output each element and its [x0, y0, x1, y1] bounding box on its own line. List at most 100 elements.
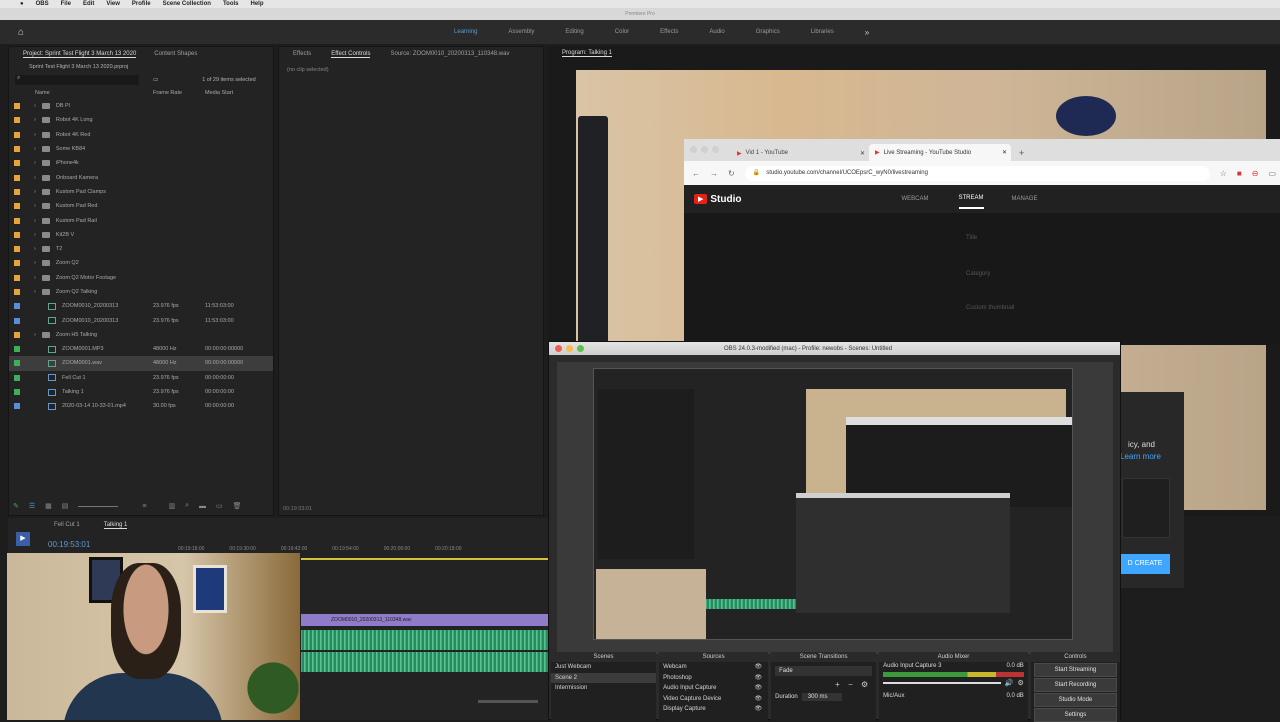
- workspace-graphics[interactable]: Graphics: [756, 29, 780, 35]
- disclosure-icon[interactable]: ›: [34, 289, 36, 295]
- disclosure-icon[interactable]: ›: [34, 218, 36, 224]
- nav-manage[interactable]: MANAGE: [1012, 196, 1038, 202]
- play-icon[interactable]: ▶: [16, 532, 30, 546]
- project-row[interactable]: › Robot 4K Long: [9, 113, 273, 127]
- project-row[interactable]: ZOOM0001.wav 48000 Hz 00:00:00:00000: [9, 356, 273, 371]
- project-row[interactable]: › T2: [9, 242, 273, 256]
- menu-file[interactable]: File: [61, 1, 71, 7]
- project-row[interactable]: › Zoom Q2 Talking: [9, 285, 273, 299]
- project-row[interactable]: › iPhone4k: [9, 156, 273, 170]
- label-color-swatch[interactable]: [14, 146, 20, 153]
- label-color-swatch[interactable]: [14, 360, 20, 367]
- add-icon[interactable]: +: [835, 680, 840, 689]
- disclosure-icon[interactable]: ›: [34, 260, 36, 266]
- menu-view[interactable]: View: [106, 1, 120, 7]
- source-item[interactable]: Video Capture Device 👁: [659, 694, 768, 705]
- tab-talking[interactable]: Talking 1: [103, 522, 128, 529]
- list-view-icon[interactable]: ☰: [29, 502, 35, 510]
- tab-source[interactable]: Source: ZOOM0010_20200313_110348.wav: [390, 51, 509, 57]
- eye-icon[interactable]: 👁: [754, 683, 762, 694]
- project-row[interactable]: › DB Pl: [9, 99, 273, 113]
- eye-icon[interactable]: 👁: [754, 694, 762, 705]
- label-color-swatch[interactable]: [14, 331, 20, 338]
- extension-icon[interactable]: ■: [1237, 169, 1242, 178]
- start-streaming-button[interactable]: Start Streaming: [1033, 663, 1118, 677]
- project-row[interactable]: › Zoom H5 Talking: [9, 328, 273, 342]
- disclosure-icon[interactable]: ›: [34, 160, 36, 166]
- label-color-swatch[interactable]: [14, 274, 20, 281]
- bookmark-star-icon[interactable]: ☆: [1220, 169, 1227, 178]
- workspace-libraries[interactable]: Libraries: [811, 29, 834, 35]
- disclosure-icon[interactable]: ›: [34, 146, 36, 152]
- tab-content-shapes[interactable]: Content Shapes: [154, 51, 197, 57]
- disclosure-icon[interactable]: ›: [34, 189, 36, 195]
- project-row[interactable]: › Zoom Q2: [9, 256, 273, 270]
- label-color-swatch[interactable]: [14, 103, 20, 110]
- speaker-icon[interactable]: 🔊: [1005, 679, 1014, 687]
- eye-icon[interactable]: 👁: [754, 662, 762, 673]
- disclosure-icon[interactable]: ›: [34, 117, 36, 123]
- label-color-swatch[interactable]: [14, 131, 20, 138]
- obs-zoom-button[interactable]: [577, 345, 584, 352]
- label-color-swatch[interactable]: [14, 303, 20, 310]
- label-color-swatch[interactable]: [14, 346, 20, 353]
- zoom-slider[interactable]: [78, 505, 119, 507]
- col-media-start[interactable]: Media Start: [205, 90, 233, 96]
- disclosure-icon[interactable]: ›: [34, 275, 36, 281]
- source-item[interactable]: Display Capture 👁: [659, 704, 768, 715]
- scene-item[interactable]: Intermission: [551, 683, 656, 694]
- duration-input[interactable]: 300 ms: [801, 693, 842, 701]
- volume-slider[interactable]: [883, 682, 1001, 684]
- menu-help[interactable]: Help: [251, 1, 264, 7]
- work-area-bar[interactable]: [301, 558, 548, 560]
- project-row[interactable]: ZOOM0001.MP3 48000 Hz 00:00:00:00000: [9, 342, 273, 356]
- label-color-swatch[interactable]: [14, 160, 20, 167]
- menu-scene-collection[interactable]: Scene Collection: [163, 1, 211, 7]
- eye-icon[interactable]: 👁: [754, 673, 762, 684]
- menu-profile[interactable]: Profile: [132, 1, 151, 7]
- automate-icon[interactable]: ▥: [169, 502, 176, 510]
- minimize-window-button[interactable]: [701, 146, 708, 153]
- zoom-window-button[interactable]: [712, 146, 719, 153]
- new-bin-icon[interactable]: ▬: [199, 503, 206, 510]
- workspace-editing[interactable]: Editing: [565, 29, 583, 35]
- project-row[interactable]: › Kustom Pad Red: [9, 199, 273, 213]
- disclosure-icon[interactable]: ›: [34, 332, 36, 338]
- more-workspaces-icon[interactable]: »: [865, 28, 869, 37]
- disclosure-icon[interactable]: ›: [34, 132, 36, 138]
- label-color-swatch[interactable]: [14, 403, 20, 410]
- mixer-gear-icon[interactable]: ⚙: [1018, 679, 1024, 687]
- source-item[interactable]: Photoshop 👁: [659, 673, 768, 684]
- label-color-swatch[interactable]: [14, 174, 20, 181]
- address-bar[interactable]: 🔒 studio.youtube.com/channel/UCOEpsrC_wy…: [744, 165, 1210, 181]
- new-item-icon[interactable]: ▭: [216, 502, 223, 510]
- sort-icon[interactable]: ≡: [142, 503, 146, 510]
- project-row[interactable]: Fell Cut 1 23.976 fps 00:00:00:00: [9, 371, 273, 385]
- tab-fell-cut[interactable]: Fell Cut 1: [54, 522, 80, 528]
- tab-effect-controls[interactable]: Effect Controls: [331, 51, 371, 58]
- label-color-swatch[interactable]: [14, 188, 20, 195]
- nav-webcam[interactable]: WEBCAM: [902, 196, 929, 202]
- label-color-swatch[interactable]: [14, 117, 20, 124]
- obs-close-button[interactable]: [555, 345, 562, 352]
- menu-tools[interactable]: Tools: [223, 1, 239, 7]
- project-row[interactable]: › Some KB84: [9, 142, 273, 156]
- scene-item[interactable]: Just Webcam: [551, 662, 656, 673]
- icon-view-icon[interactable]: ▦: [45, 502, 52, 510]
- trash-icon[interactable]: 🗑: [233, 502, 242, 510]
- disclosure-icon[interactable]: ›: [34, 203, 36, 209]
- col-frame-rate[interactable]: Frame Rate: [153, 90, 182, 96]
- label-color-swatch[interactable]: [14, 217, 20, 224]
- extension-stop-icon[interactable]: ⊖: [1252, 169, 1259, 178]
- browser-tab-1[interactable]: ▶ Vid 1 - YouTube ✕: [733, 145, 869, 161]
- audio-clip-2[interactable]: [301, 652, 548, 672]
- video-clip[interactable]: ZOOM0010_20200313_110348.wav: [301, 614, 548, 626]
- project-row[interactable]: › Onboard Kamera: [9, 170, 273, 184]
- workspace-color[interactable]: Color: [615, 29, 629, 35]
- source-item[interactable]: Audio Input Capture 👁: [659, 683, 768, 694]
- label-color-swatch[interactable]: [14, 389, 20, 396]
- project-row[interactable]: Talking 1 23.976 fps 00:00:00:00: [9, 385, 273, 399]
- menu-edit[interactable]: Edit: [83, 1, 94, 7]
- project-row[interactable]: › Zoom Q2 Motor Footage: [9, 271, 273, 285]
- project-row[interactable]: › Kit2B V: [9, 228, 273, 242]
